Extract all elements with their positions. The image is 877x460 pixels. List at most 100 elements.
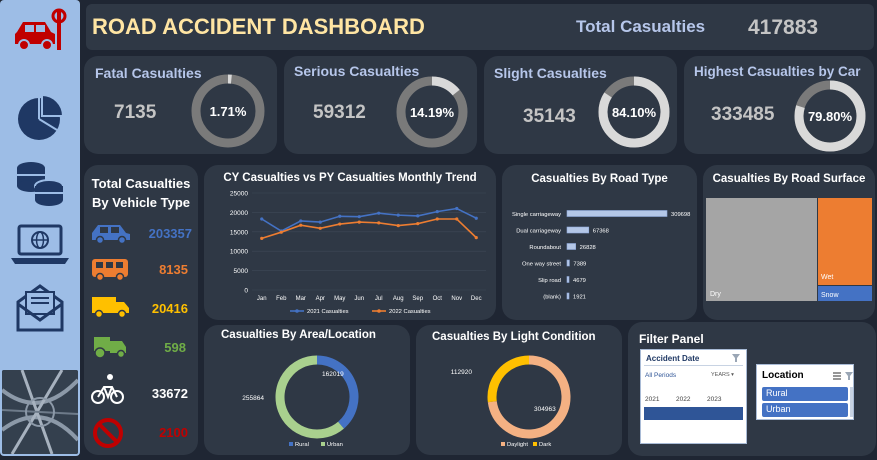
legend-swatch: [289, 442, 293, 446]
divider: [644, 365, 743, 366]
data-point: [455, 206, 459, 211]
bar: [566, 226, 590, 234]
kpi-card-slight: Slight Casualties 35143 84.10%: [484, 56, 677, 154]
road-photo: [2, 370, 78, 454]
multi-select-icon[interactable]: [832, 371, 842, 381]
y-tick-label: 0: [244, 288, 248, 295]
location-option-rural[interactable]: Rural: [762, 387, 848, 401]
x-tick-label: Feb: [276, 296, 287, 302]
area-donut-chart: 162019 255864 Rural Urban: [242, 355, 359, 448]
year-label: 2023: [707, 396, 722, 403]
kpi-value: 333485: [711, 104, 775, 125]
data-point: [377, 221, 381, 225]
vehicle-value-other: 2100: [159, 425, 188, 440]
pie-chart-icon[interactable]: [0, 92, 80, 142]
road-type-title: Casualties By Road Type: [531, 173, 668, 185]
donut-value-label: 255864: [242, 395, 264, 402]
legend-label: Dark: [539, 442, 551, 448]
light-condition-card: Casualties By Light Condition 304963 1129…: [416, 325, 622, 455]
coins-icon[interactable]: [0, 160, 80, 208]
kpi-percent: 1.71%: [209, 104, 247, 119]
y-tick-label: 25000: [230, 191, 248, 198]
agri-vehicle-icon: [94, 337, 126, 359]
data-point: [279, 230, 283, 234]
bar-category-label: Single carriageway: [512, 212, 561, 218]
treemap-cell-wet: Wet: [818, 198, 872, 285]
header-bar: ROAD ACCIDENT DASHBOARD Total Casualties…: [86, 4, 874, 50]
data-point: [318, 220, 322, 224]
x-tick-label: Nov: [451, 296, 462, 302]
slicer-scrollbar[interactable]: [850, 387, 853, 417]
data-point: [338, 222, 342, 226]
data-point: [416, 214, 420, 218]
x-tick-label: Jun: [354, 296, 364, 302]
timeline-bar[interactable]: [644, 407, 743, 420]
bar: [566, 276, 570, 283]
legend-swatch: [501, 442, 505, 446]
x-tick-label: Sep: [412, 296, 423, 302]
x-tick-label: Dec: [471, 296, 482, 302]
kpi-value: 59312: [313, 102, 366, 123]
legend-marker: [377, 309, 381, 313]
no-entry-icon: [93, 418, 123, 448]
kpi-value: 35143: [523, 106, 576, 127]
bar-category-label: One way street: [522, 262, 561, 268]
road-type-card: Casualties By Road Type Single carriagew…: [502, 165, 697, 320]
bar: [566, 292, 570, 300]
bar-value-label: 4679: [573, 278, 586, 284]
treemap-cell-snow: Snow: [818, 286, 872, 301]
light-donut-chart: 304963 112920 Daylight Dark: [451, 355, 571, 448]
x-tick-label: Mar: [296, 296, 306, 302]
bar: [566, 210, 668, 217]
bar-value-label: 1921: [573, 295, 586, 301]
total-casualties-value: 417883: [748, 16, 819, 39]
date-unit-select[interactable]: YEARS ▾: [711, 372, 734, 378]
car-crash-icon[interactable]: [0, 6, 80, 56]
vehicle-title-line2: By Vehicle Type: [91, 195, 191, 210]
car-icon: [92, 225, 130, 243]
data-point: [435, 210, 439, 214]
data-point: [474, 216, 478, 220]
road-type-chart: Single carriageway 309698 Dual carriageway…: [512, 210, 690, 301]
year-label: 2021: [645, 396, 660, 403]
laptop-globe-icon[interactable]: [0, 222, 80, 266]
y-tick-label: 15000: [230, 229, 248, 236]
bus-icon: [92, 259, 128, 281]
clear-filter-icon[interactable]: [731, 353, 741, 363]
truck-icon: [92, 297, 129, 319]
kpi-card-serious: Serious Casualties 59312 14.19%: [284, 56, 477, 154]
bar-value-label: 7389: [573, 262, 586, 268]
filter-panel: Filter Panel Accident Date All Periods Y…: [628, 322, 876, 456]
x-tick-label: Aug: [393, 296, 404, 302]
trend-title: CY Casualties vs PY Casualties Monthly T…: [223, 172, 477, 184]
series-line-2: [261, 218, 477, 240]
date-slicer-title: Accident Date: [646, 354, 700, 363]
road-surface-title: Casualties By Road Surface: [712, 173, 866, 185]
location-option-urban[interactable]: Urban: [762, 403, 848, 417]
vehicle-value-car: 203357: [148, 226, 192, 241]
legend-label: Rural: [295, 442, 309, 448]
vehicle-title-line1: Total Casualties: [91, 176, 191, 191]
date-unit-label: YEARS: [711, 372, 730, 378]
road-surface-card: Casualties By Road Surface Dry Wet Snow: [703, 165, 875, 320]
area-title: Casualties By Area/Location: [221, 329, 376, 341]
sidebar: [0, 0, 80, 456]
x-tick-label: May: [334, 296, 345, 302]
date-period[interactable]: All Periods: [645, 372, 676, 379]
data-point: [416, 222, 420, 226]
donut-value-label: 162019: [322, 371, 344, 378]
y-tick-label: 5000: [234, 268, 249, 275]
kpi-value: 7135: [114, 102, 157, 123]
donut-slice-rural: [316, 355, 359, 429]
bar: [566, 243, 576, 250]
total-casualties-label: Total Casualties: [576, 17, 706, 36]
data-point: [396, 213, 400, 217]
bar-category-label: Slip road: [538, 278, 561, 284]
location-slicer-title: Location: [762, 370, 804, 381]
clear-filter-icon[interactable]: [844, 371, 854, 381]
data-point: [455, 217, 459, 221]
kpi-percent: 14.19%: [409, 105, 455, 120]
bar-value-label: 67368: [593, 229, 609, 235]
envelope-icon[interactable]: [0, 282, 80, 334]
page-title: ROAD ACCIDENT DASHBOARD: [92, 14, 425, 39]
